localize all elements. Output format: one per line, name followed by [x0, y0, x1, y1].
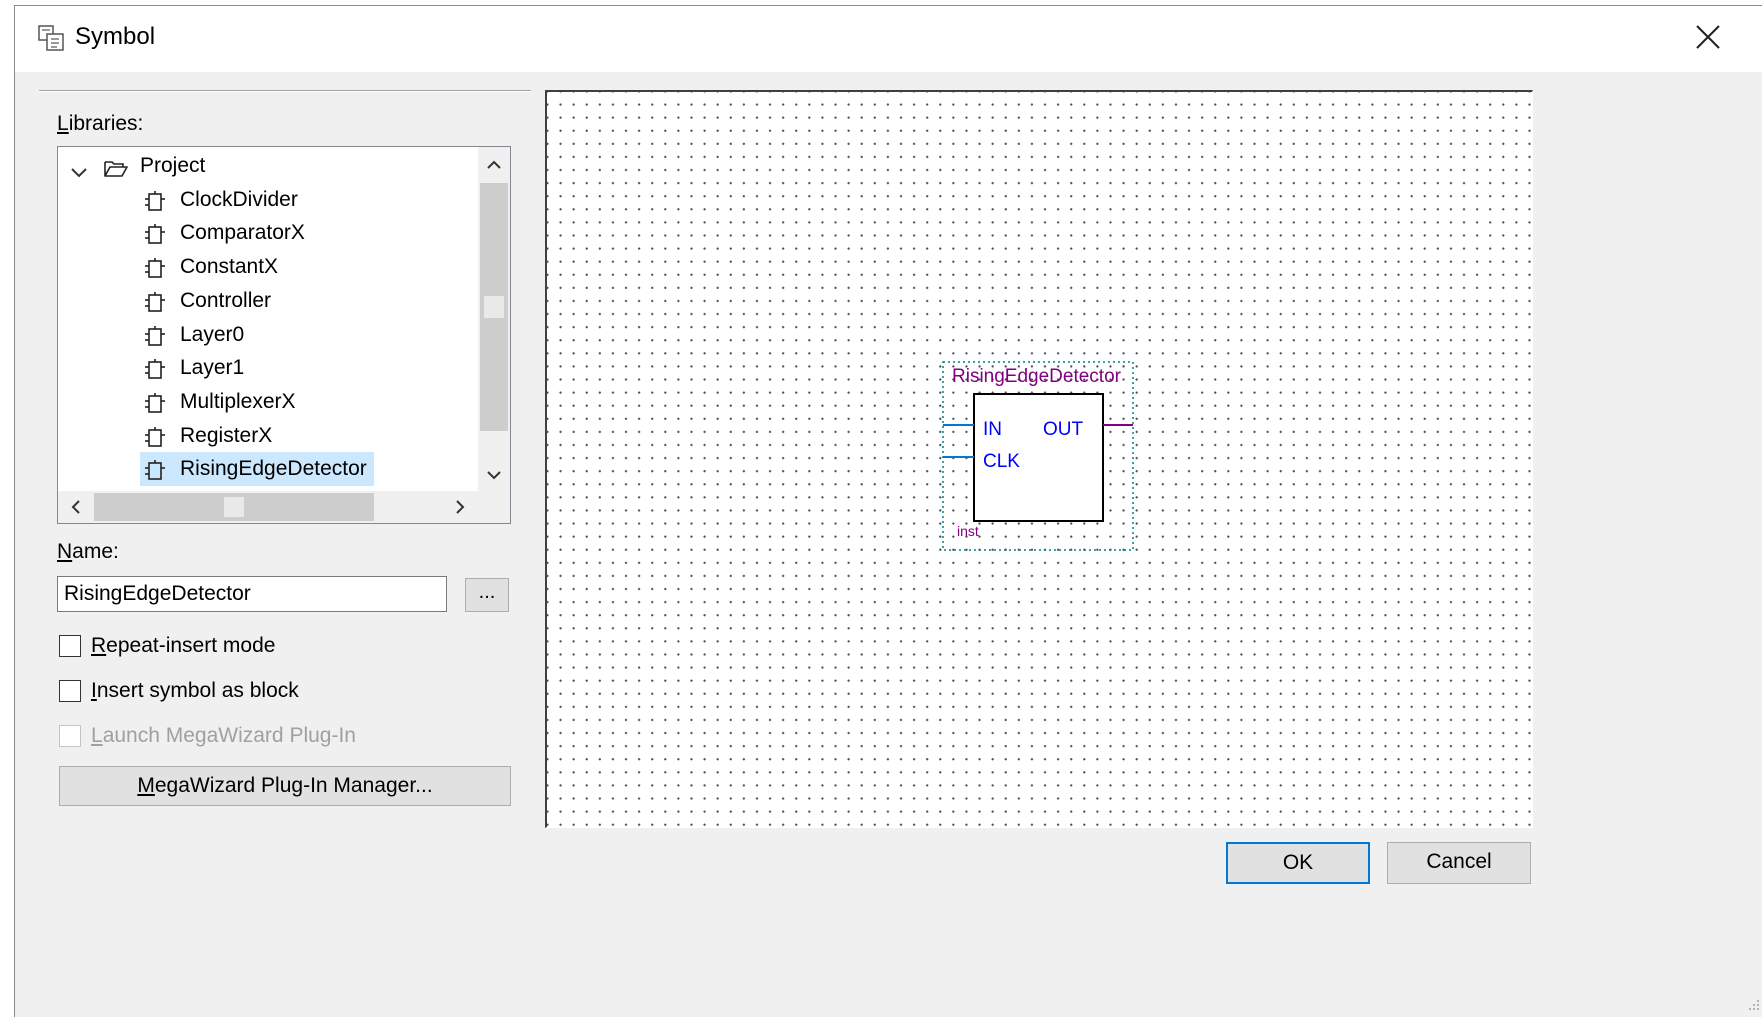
tree-item[interactable]: Controller: [58, 284, 478, 318]
close-icon: [1696, 25, 1720, 49]
resize-grip-icon[interactable]: [1745, 996, 1761, 1012]
symbol-file-icon: [144, 459, 166, 481]
horizontal-scroll-thumb[interactable]: [94, 493, 374, 521]
symbol-file-icon: [144, 223, 166, 245]
browse-button[interactable]: ...: [465, 578, 509, 612]
vertical-scroll-thumb[interactable]: [480, 183, 508, 431]
name-input[interactable]: [57, 576, 447, 612]
scrollbar-corner: [478, 491, 510, 523]
tree-item[interactable]: MultiplexerX: [58, 385, 478, 419]
tree-item-label: Controller: [180, 288, 272, 312]
symbol-file-icon: [144, 291, 166, 312]
symbol-file-icon: [144, 392, 166, 413]
tree-vertical-scrollbar[interactable]: [478, 147, 510, 491]
symbol-name-text: RisingEdgeDetector: [952, 366, 1122, 387]
separator: [39, 90, 531, 92]
tree-viewport: Project ClockDivider ComparatorX ConstantX…: [58, 147, 478, 491]
ok-button[interactable]: OK: [1226, 842, 1370, 884]
symbol-dialog-icon: [37, 24, 65, 52]
symbol-preview-canvas: RisingEdgeDetector IN CLK OUT inst: [942, 361, 1134, 551]
port-label-clk: CLK: [983, 451, 1020, 472]
tree-item[interactable]: ClockDivider: [58, 183, 478, 217]
launch-megawizard-label: Launch MegaWizard Plug-In: [91, 724, 356, 747]
close-button[interactable]: [1673, 6, 1762, 72]
tree-item-label: ClockDivider: [180, 187, 298, 211]
tree-item-label: Layer1: [180, 356, 245, 380]
open-folder-icon: [104, 156, 128, 177]
checkbox-box: [59, 725, 81, 747]
cancel-button[interactable]: Cancel: [1387, 842, 1531, 884]
tree-item[interactable]: RisingEdgeDetector: [58, 452, 478, 487]
port-label-in: IN: [983, 419, 1002, 440]
tree-item[interactable]: Layer0: [58, 318, 478, 352]
window-title: Symbol: [75, 23, 156, 50]
symbol-file-icon: [144, 426, 166, 447]
tree-item-label: RegisterX: [180, 423, 273, 447]
tree-item[interactable]: RegisterX: [58, 419, 478, 453]
tree-horizontal-scrollbar[interactable]: [58, 491, 478, 523]
scroll-down-arrow-icon[interactable]: [478, 459, 510, 491]
instance-name-text: inst: [957, 523, 979, 539]
tree-item-label: MultiplexerX: [180, 389, 296, 413]
port-label-out: OUT: [1043, 419, 1084, 440]
tree-item-label: RisingEdgeDetector: [180, 457, 367, 481]
libraries-label: Libraries:: [57, 112, 144, 135]
launch-megawizard-checkbox: Launch MegaWizard Plug-In: [59, 722, 356, 750]
megawizard-manager-button[interactable]: MegaWizard Plug-In Manager...: [59, 766, 511, 806]
repeat-insert-checkbox[interactable]: Repeat-insert mode: [59, 632, 275, 660]
symbol-dialog: Symbol Libraries: Project ClockDivider C…: [14, 5, 1762, 1017]
checkbox-box[interactable]: [59, 680, 81, 702]
scroll-up-arrow-icon[interactable]: [478, 149, 510, 181]
scroll-left-arrow-icon[interactable]: [60, 491, 92, 523]
insert-as-block-label: Insert symbol as block: [91, 679, 299, 702]
symbol-file-icon: [144, 358, 166, 379]
repeat-insert-label: Repeat-insert mode: [91, 634, 276, 657]
title-bar: Symbol: [15, 6, 1762, 72]
tree-item[interactable]: Layer1: [58, 351, 478, 385]
tree-item-label: ConstantX: [180, 255, 279, 279]
symbol-preview: RisingEdgeDetector IN CLK OUT inst: [545, 90, 1533, 828]
symbol-file-icon: [144, 257, 166, 278]
tree-item[interactable]: ConstantX: [58, 250, 478, 284]
tree-item-label: Layer0: [180, 322, 245, 346]
tree-item-label: ComparatorX: [180, 221, 305, 245]
scroll-right-arrow-icon[interactable]: [444, 491, 476, 523]
tree-root-label: Project: [140, 154, 206, 177]
name-label: Name:: [57, 540, 119, 563]
insert-as-block-checkbox[interactable]: Insert symbol as block: [59, 677, 299, 705]
chevron-down-icon[interactable]: [70, 157, 92, 178]
symbol-file-icon: [144, 325, 166, 346]
checkbox-box[interactable]: [59, 635, 81, 657]
libraries-tree[interactable]: Project ClockDivider ComparatorX ConstantX…: [57, 146, 511, 524]
tree-item[interactable]: ComparatorX: [58, 216, 478, 250]
symbol-file-icon: [144, 190, 166, 211]
tree-root-project[interactable]: Project: [58, 149, 478, 183]
